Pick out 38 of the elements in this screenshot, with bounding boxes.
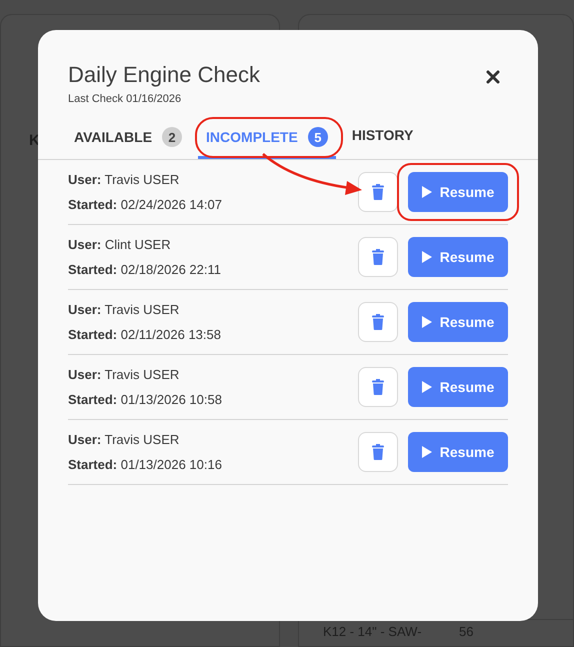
delete-button[interactable]: [358, 172, 398, 212]
play-icon: [422, 381, 432, 393]
close-icon[interactable]: [486, 70, 500, 84]
dialog-title: Daily Engine Check: [68, 62, 260, 88]
resume-button[interactable]: Resume: [408, 172, 508, 212]
delete-button[interactable]: [358, 432, 398, 472]
started-line: Started: 02/18/2026 22:11: [68, 261, 221, 279]
resume-button[interactable]: Resume: [408, 432, 508, 472]
count-badge: 5: [308, 127, 328, 147]
tab[interactable]: HISTORY: [344, 127, 422, 155]
user-line: User: Clint USER: [68, 236, 172, 254]
delete-button[interactable]: [358, 302, 398, 342]
started-line: Started: 02/24/2026 14:07: [68, 196, 222, 214]
resume-button[interactable]: Resume: [408, 237, 508, 277]
count-badge: 2: [162, 127, 182, 147]
delete-button[interactable]: [358, 367, 398, 407]
last-check-date: Last Check 01/16/2026: [68, 93, 182, 105]
delete-button[interactable]: [358, 237, 398, 277]
resume-button[interactable]: Resume: [408, 367, 508, 407]
play-icon: [422, 251, 432, 263]
user-line: User: Travis USER: [68, 301, 180, 319]
user-line: User: Travis USER: [68, 171, 180, 189]
play-icon: [422, 446, 432, 458]
play-icon: [422, 316, 432, 328]
play-icon: [422, 186, 432, 198]
tab[interactable]: AVAILABLE 2: [66, 127, 190, 159]
started-line: Started: 02/11/2026 13:58: [68, 326, 221, 344]
trash-icon: [372, 184, 384, 200]
started-line: Started: 01/13/2026 10:58: [68, 391, 222, 409]
user-line: User: Travis USER: [68, 366, 180, 384]
started-line: Started: 01/13/2026 10:16: [68, 456, 222, 474]
resume-button[interactable]: Resume: [408, 302, 508, 342]
trash-icon: [372, 249, 384, 265]
tab[interactable]: INCOMPLETE 5: [198, 127, 336, 159]
trash-icon: [372, 379, 384, 395]
trash-icon: [372, 314, 384, 330]
user-line: User: Travis USER: [68, 431, 180, 449]
trash-icon: [372, 444, 384, 460]
